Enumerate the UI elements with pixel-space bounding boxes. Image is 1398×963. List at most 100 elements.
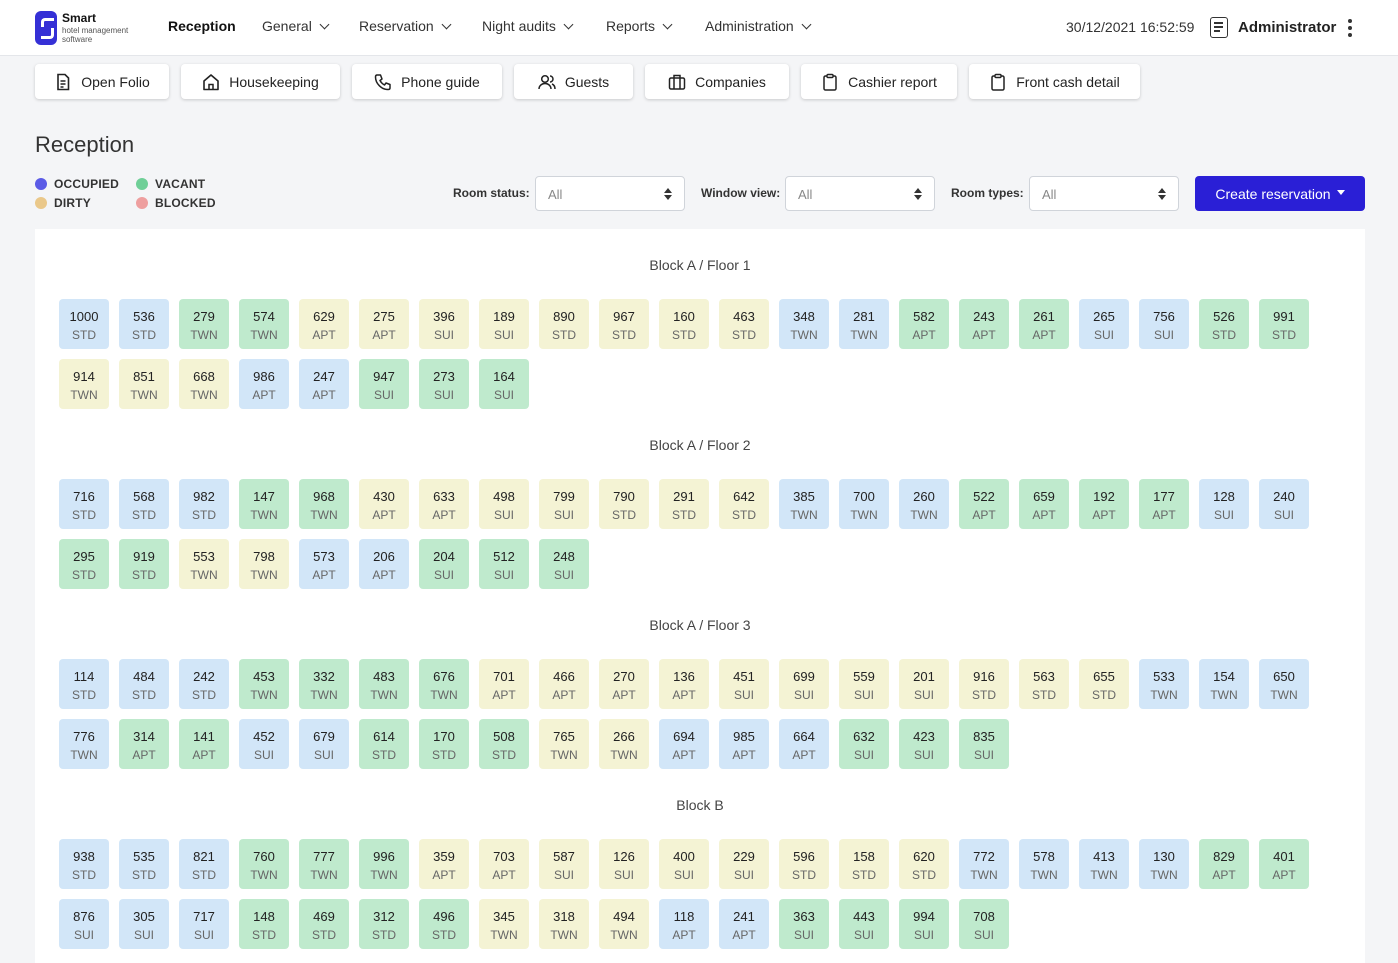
room-tile[interactable]: 332 TWN bbox=[299, 659, 349, 709]
room-tile[interactable]: 148 STD bbox=[239, 899, 289, 949]
room-tile[interactable]: 312 STD bbox=[359, 899, 409, 949]
room-tile[interactable]: 413 TWN bbox=[1079, 839, 1129, 889]
room-tile[interactable]: 799 SUI bbox=[539, 479, 589, 529]
room-tile[interactable]: 453 TWN bbox=[239, 659, 289, 709]
room-tile[interactable]: 614 STD bbox=[359, 719, 409, 769]
room-tile[interactable]: 851 TWN bbox=[119, 359, 169, 409]
room-tile[interactable]: 314 APT bbox=[119, 719, 169, 769]
create-reservation-button[interactable]: Create reservation bbox=[1195, 176, 1365, 211]
room-tile[interactable]: 876 SUI bbox=[59, 899, 109, 949]
room-tile[interactable]: 126 SUI bbox=[599, 839, 649, 889]
room-tile[interactable]: 890 STD bbox=[539, 299, 589, 349]
room-tile[interactable]: 192 APT bbox=[1079, 479, 1129, 529]
room-tile[interactable]: 363 SUI bbox=[779, 899, 829, 949]
open-folio-button[interactable]: Open Folio bbox=[35, 64, 169, 99]
room-tile[interactable]: 676 TWN bbox=[419, 659, 469, 709]
room-tile[interactable]: 158 STD bbox=[839, 839, 889, 889]
room-tile[interactable]: 177 APT bbox=[1139, 479, 1189, 529]
room-tile[interactable]: 573 APT bbox=[299, 539, 349, 589]
room-tile[interactable]: 484 STD bbox=[119, 659, 169, 709]
room-tile[interactable]: 400 SUI bbox=[659, 839, 709, 889]
room-tile[interactable]: 587 SUI bbox=[539, 839, 589, 889]
room-tile[interactable]: 708 SUI bbox=[959, 899, 1009, 949]
room-tile[interactable]: 164 SUI bbox=[479, 359, 529, 409]
room-tile[interactable]: 717 SUI bbox=[179, 899, 229, 949]
room-tile[interactable]: 829 APT bbox=[1199, 839, 1249, 889]
nav-night-audits[interactable]: Night audits bbox=[482, 18, 574, 34]
room-tile[interactable]: 396 SUI bbox=[419, 299, 469, 349]
room-tile[interactable]: 273 SUI bbox=[419, 359, 469, 409]
room-tile[interactable]: 919 STD bbox=[119, 539, 169, 589]
guests-button[interactable]: Guests bbox=[514, 64, 633, 99]
room-tile[interactable]: 452 SUI bbox=[239, 719, 289, 769]
room-tile[interactable]: 526 STD bbox=[1199, 299, 1249, 349]
room-tile[interactable]: 494 TWN bbox=[599, 899, 649, 949]
room-tile[interactable]: 650 TWN bbox=[1259, 659, 1309, 709]
room-tile[interactable]: 242 STD bbox=[179, 659, 229, 709]
room-tile[interactable]: 496 STD bbox=[419, 899, 469, 949]
room-tile[interactable]: 401 APT bbox=[1259, 839, 1309, 889]
room-tile[interactable]: 596 STD bbox=[779, 839, 829, 889]
room-tile[interactable]: 668 TWN bbox=[179, 359, 229, 409]
room-tile[interactable]: 136 APT bbox=[659, 659, 709, 709]
room-tile[interactable]: 204 SUI bbox=[419, 539, 469, 589]
user-name[interactable]: Administrator bbox=[1238, 19, 1336, 36]
nav-reports[interactable]: Reports bbox=[606, 18, 673, 34]
room-tile[interactable]: 275 APT bbox=[359, 299, 409, 349]
room-tile[interactable]: 821 STD bbox=[179, 839, 229, 889]
room-tile[interactable]: 716 STD bbox=[59, 479, 109, 529]
room-tile[interactable]: 553 TWN bbox=[179, 539, 229, 589]
front-cash-detail-button[interactable]: Front cash detail bbox=[969, 64, 1140, 99]
room-status-select[interactable]: All bbox=[535, 176, 685, 211]
room-tile[interactable]: 535 STD bbox=[119, 839, 169, 889]
room-tile[interactable]: 295 STD bbox=[59, 539, 109, 589]
room-tile[interactable]: 694 APT bbox=[659, 719, 709, 769]
room-tile[interactable]: 536 STD bbox=[119, 299, 169, 349]
room-tile[interactable]: 498 SUI bbox=[479, 479, 529, 529]
room-tile[interactable]: 508 STD bbox=[479, 719, 529, 769]
room-tile[interactable]: 1000 STD bbox=[59, 299, 109, 349]
companies-button[interactable]: Companies bbox=[645, 64, 789, 99]
room-tile[interactable]: 760 TWN bbox=[239, 839, 289, 889]
room-tile[interactable]: 699 SUI bbox=[779, 659, 829, 709]
room-tile[interactable]: 700 TWN bbox=[839, 479, 889, 529]
room-tile[interactable]: 703 APT bbox=[479, 839, 529, 889]
room-tile[interactable]: 582 APT bbox=[899, 299, 949, 349]
room-tile[interactable]: 206 APT bbox=[359, 539, 409, 589]
room-tile[interactable]: 533 TWN bbox=[1139, 659, 1189, 709]
room-tile[interactable]: 260 TWN bbox=[899, 479, 949, 529]
room-tile[interactable]: 189 SUI bbox=[479, 299, 529, 349]
room-tile[interactable]: 469 STD bbox=[299, 899, 349, 949]
room-tile[interactable]: 642 STD bbox=[719, 479, 769, 529]
room-tile[interactable]: 947 SUI bbox=[359, 359, 409, 409]
room-tile[interactable]: 991 STD bbox=[1259, 299, 1309, 349]
room-tile[interactable]: 451 SUI bbox=[719, 659, 769, 709]
room-tile[interactable]: 423 SUI bbox=[899, 719, 949, 769]
room-tile[interactable]: 578 TWN bbox=[1019, 839, 1069, 889]
room-tile[interactable]: 348 TWN bbox=[779, 299, 829, 349]
room-tile[interactable]: 483 TWN bbox=[359, 659, 409, 709]
room-tile[interactable]: 659 APT bbox=[1019, 479, 1069, 529]
room-tile[interactable]: 620 STD bbox=[899, 839, 949, 889]
room-tile[interactable]: 994 SUI bbox=[899, 899, 949, 949]
room-tile[interactable]: 279 TWN bbox=[179, 299, 229, 349]
room-tile[interactable]: 430 APT bbox=[359, 479, 409, 529]
room-tile[interactable]: 522 APT bbox=[959, 479, 1009, 529]
room-tile[interactable]: 982 STD bbox=[179, 479, 229, 529]
room-tile[interactable]: 574 TWN bbox=[239, 299, 289, 349]
room-tile[interactable]: 512 SUI bbox=[479, 539, 529, 589]
window-view-select[interactable]: All bbox=[785, 176, 935, 211]
room-tile[interactable]: 633 APT bbox=[419, 479, 469, 529]
room-tile[interactable]: 463 STD bbox=[719, 299, 769, 349]
room-tile[interactable]: 938 STD bbox=[59, 839, 109, 889]
room-tile[interactable]: 985 APT bbox=[719, 719, 769, 769]
room-tile[interactable]: 916 STD bbox=[959, 659, 1009, 709]
nav-general[interactable]: General bbox=[262, 18, 330, 34]
room-tile[interactable]: 790 STD bbox=[599, 479, 649, 529]
room-tile[interactable]: 777 TWN bbox=[299, 839, 349, 889]
room-tile[interactable]: 266 TWN bbox=[599, 719, 649, 769]
room-tile[interactable]: 241 APT bbox=[719, 899, 769, 949]
room-tile[interactable]: 281 TWN bbox=[839, 299, 889, 349]
room-tile[interactable]: 443 SUI bbox=[839, 899, 889, 949]
room-tile[interactable]: 201 SUI bbox=[899, 659, 949, 709]
